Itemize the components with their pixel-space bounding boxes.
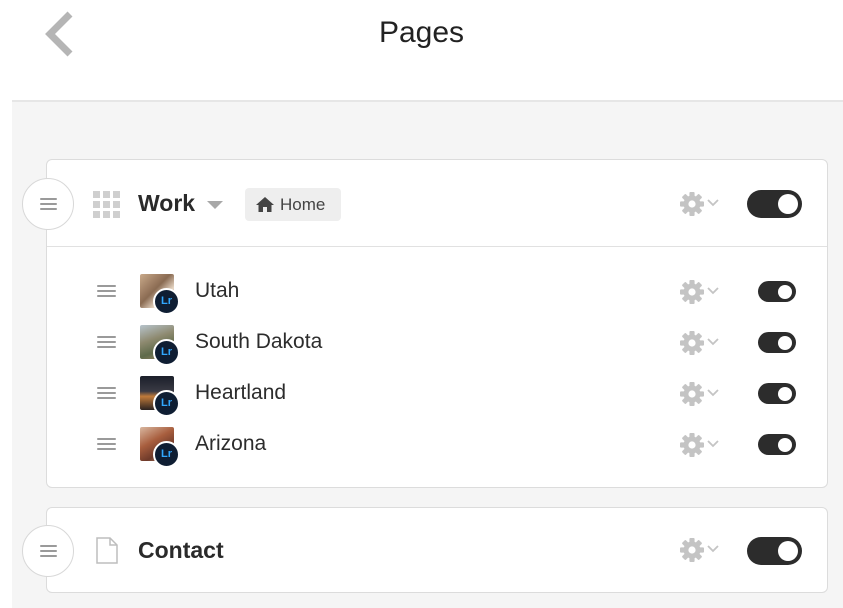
thumbnail-utah: Lr [140,274,182,316]
gear-icon [680,433,719,457]
toggle-knob [778,541,798,561]
drag-handle-contact[interactable] [22,525,74,577]
settings-menu-arizona[interactable] [680,433,724,457]
page-title-utah[interactable]: Utah [195,279,239,303]
home-badge: Home [245,188,341,221]
page-title-work[interactable]: Work [138,190,195,217]
settings-menu-heartland[interactable] [680,382,724,406]
thumbnail-south-dakota: Lr [140,325,182,367]
header: Pages [0,0,843,101]
toggle-knob [778,386,792,401]
lightroom-icon: Lr [153,288,180,315]
gear-icon [680,280,719,304]
toggle-knob [778,437,792,452]
toggle-knob [778,335,792,350]
drag-handle-utah[interactable] [97,285,116,298]
thumbnail-arizona: Lr [140,427,182,469]
visibility-toggle-contact[interactable] [747,537,802,565]
grid-icon [93,191,120,218]
document-icon [96,537,118,564]
visibility-toggle-arizona[interactable] [758,434,796,455]
home-badge-label: Home [280,195,326,214]
lightroom-icon: Lr [153,441,180,468]
page-title-arizona[interactable]: Arizona [195,432,266,456]
page-title: Pages [378,16,465,49]
settings-menu-contact[interactable] [680,538,724,562]
lightroom-icon: Lr [153,339,180,366]
toggle-knob [778,284,792,299]
settings-menu-utah[interactable] [680,280,724,304]
page-title-heartland[interactable]: Heartland [195,381,286,405]
visibility-toggle-heartland[interactable] [758,383,796,404]
visibility-toggle-utah[interactable] [758,281,796,302]
lightroom-icon: Lr [153,390,180,417]
drag-handle-icon [40,545,57,557]
page-title-contact[interactable]: Contact [138,537,224,564]
gear-icon [680,538,719,562]
caret-down-icon[interactable] [207,201,223,209]
drag-handle-work[interactable] [22,178,74,230]
drag-handle-icon [40,198,57,210]
page-title-south-dakota[interactable]: South Dakota [195,330,322,354]
gear-icon [680,382,719,406]
settings-menu-south-dakota[interactable] [680,331,724,355]
toggle-knob [778,194,798,214]
gear-icon [680,192,719,216]
visibility-toggle-south-dakota[interactable] [758,332,796,353]
drag-handle-south-dakota[interactable] [97,336,116,349]
thumbnail-heartland: Lr [140,376,182,418]
drag-handle-arizona[interactable] [97,438,116,451]
drag-handle-heartland[interactable] [97,387,116,400]
visibility-toggle-work[interactable] [747,190,802,218]
gear-icon [680,331,719,355]
settings-menu-work[interactable] [680,192,724,216]
card-divider [47,246,827,247]
home-icon [256,197,274,212]
